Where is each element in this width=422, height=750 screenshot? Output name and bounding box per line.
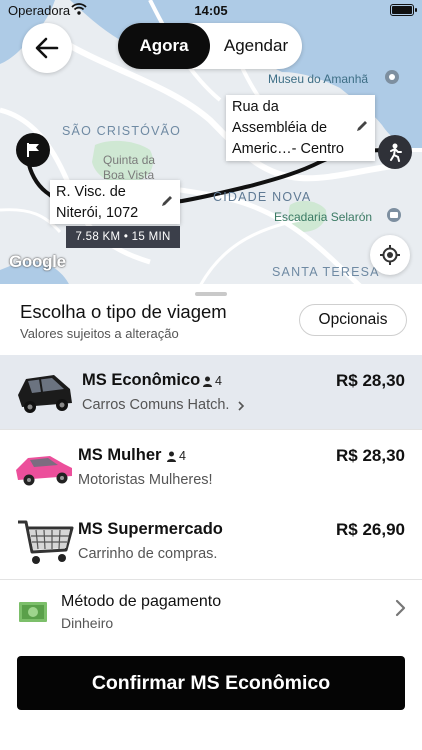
chevron-right-icon xyxy=(395,599,406,617)
google-logo: Google xyxy=(9,252,66,271)
back-button[interactable] xyxy=(22,23,72,73)
ride-description: Carros Comuns Hatch. xyxy=(82,397,230,413)
crosshair-icon xyxy=(380,245,400,265)
payment-title: Método de pagamento xyxy=(61,593,222,610)
pencil-icon[interactable] xyxy=(160,194,174,208)
sheet-grabber[interactable] xyxy=(195,292,227,296)
payment-method-row[interactable]: Método de pagamento Dinheiro xyxy=(0,580,422,638)
shopping-cart-icon xyxy=(18,520,74,564)
ride-price: R$ 28,30 xyxy=(336,446,405,465)
black-car-icon xyxy=(18,375,72,413)
time-mode-toggle[interactable]: Agora Agendar xyxy=(118,23,302,69)
person-walking-icon xyxy=(390,143,402,162)
person-icon xyxy=(167,451,176,462)
ride-option-economico[interactable]: MS Econômico 4 Carros Comuns Hatch. R$ 2… xyxy=(0,355,422,429)
payment-value: Dinheiro xyxy=(61,615,114,631)
map-view[interactable]: Operadora 14:05 Agora Agendar SÃO CRISTÓ… xyxy=(0,0,422,286)
seats-count: 4 xyxy=(215,374,222,388)
sheet-subtitle: Valores sujeitos a alteração xyxy=(20,326,179,341)
cash-icon xyxy=(19,602,47,622)
ride-description: Carrinho de compras. xyxy=(78,546,218,562)
map-label-sao-cristovao: SÃO CRISTÓVÃO xyxy=(62,124,182,138)
ride-price: R$ 28,30 xyxy=(336,371,405,390)
confirm-button[interactable]: Confirmar MS Econômico xyxy=(17,656,405,710)
pencil-icon[interactable] xyxy=(355,119,369,133)
origin-address: R. Visc. de Niterói, 1072 xyxy=(56,184,139,221)
pink-car-icon xyxy=(16,456,72,486)
destination-pin xyxy=(378,135,412,169)
destination-address: Rua da Assembléia de Americ…- Centro xyxy=(232,99,344,157)
ride-name: MS Econômico xyxy=(82,371,201,389)
tab-agora[interactable]: Agora xyxy=(118,23,210,69)
my-location-button[interactable] xyxy=(370,235,410,275)
battery-icon xyxy=(390,4,417,16)
ride-price: R$ 26,90 xyxy=(336,520,405,539)
chevron-right-icon[interactable] xyxy=(237,400,245,412)
flag-icon xyxy=(27,143,39,157)
eta-badge: 7.58 KM • 15 MIN xyxy=(66,226,180,248)
ride-description: Motoristas Mulheres! xyxy=(78,472,213,488)
origin-callout[interactable]: R. Visc. de Niterói, 1072 xyxy=(50,180,180,224)
map-label-museu: Museu do Amanhã xyxy=(268,72,369,86)
ride-name: MS Mulher xyxy=(78,446,162,464)
origin-pin xyxy=(16,133,50,167)
person-icon xyxy=(203,376,212,387)
options-button[interactable]: Opcionais xyxy=(299,304,407,336)
status-bar: Operadora 14:05 xyxy=(0,0,422,22)
ride-selection-sheet: Escolha o tipo de viagem Valores sujeito… xyxy=(0,284,422,750)
ride-name: MS Supermercado xyxy=(78,520,223,538)
tab-agendar[interactable]: Agendar xyxy=(210,23,302,69)
map-label-santa-teresa: SANTA TERESA xyxy=(272,265,380,279)
destination-callout[interactable]: Rua da Assembléia de Americ…- Centro xyxy=(226,95,375,161)
status-time: 14:05 xyxy=(194,3,228,18)
ride-option-supermercado[interactable]: MS Supermercado Carrinho de compras. R$ … xyxy=(0,504,422,578)
map-label-quinta: Quinta da Boa Vista xyxy=(103,153,156,182)
arrow-left-icon xyxy=(35,37,59,59)
sheet-title: Escolha o tipo de viagem xyxy=(20,301,227,322)
ride-option-mulher[interactable]: MS Mulher 4 Motoristas Mulheres! R$ 28,3… xyxy=(0,430,422,504)
seats-count: 4 xyxy=(179,449,186,463)
ride-seats: 4 xyxy=(166,449,186,463)
map-label-cidade-nova: CIDADE NOVA xyxy=(213,190,312,204)
map-label-selaron: Escadaria Selarón xyxy=(274,210,373,224)
ride-seats: 4 xyxy=(202,374,222,388)
